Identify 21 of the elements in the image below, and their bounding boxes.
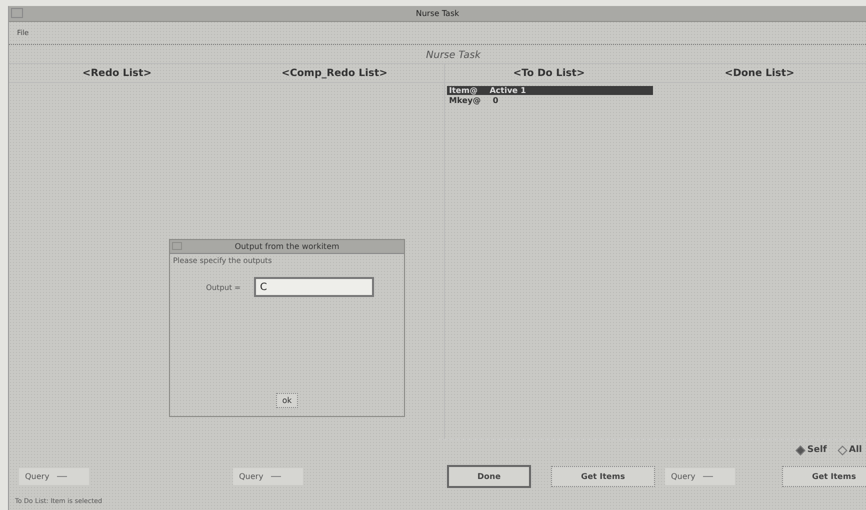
radio-button[interactable]: All [838, 445, 862, 455]
get-items-button[interactable]: Get Items [782, 466, 866, 486]
ok-button[interactable]: ok [276, 393, 298, 408]
window-menu-icon[interactable] [11, 8, 23, 18]
option-menu[interactable]: Query [233, 468, 303, 484]
column-header: <Comp_Redo List> [225, 64, 444, 83]
window-title: Nurse Task [9, 6, 866, 22]
window-menu-icon[interactable] [172, 242, 182, 250]
done-button[interactable]: Done [447, 464, 531, 488]
input-field[interactable]: C [254, 277, 374, 297]
dialog-title: Output from the workitem [170, 240, 404, 254]
option-menu[interactable]: Query [19, 468, 89, 484]
list-item[interactable]: Item@ Active 1 [447, 86, 653, 95]
column-header: <Redo List> [9, 64, 225, 83]
column-header: <Done List> [653, 64, 866, 83]
option-menu[interactable]: Query [665, 468, 735, 484]
radio-button[interactable]: Self [797, 445, 827, 455]
get-items-button[interactable]: Get Items [551, 466, 655, 486]
app-heading: Nurse Task [426, 48, 482, 62]
column-header: <To Do List> [445, 64, 653, 83]
list-item[interactable]: Mkey@ 0 [447, 96, 653, 105]
